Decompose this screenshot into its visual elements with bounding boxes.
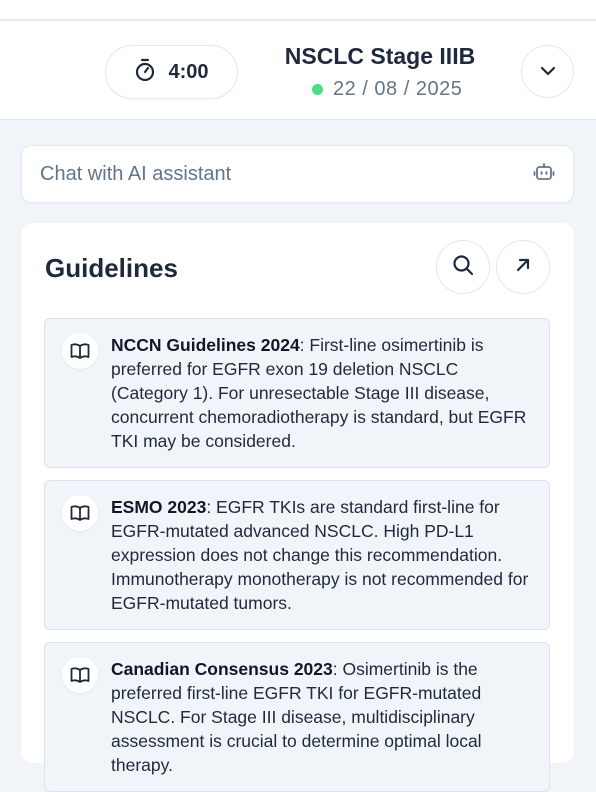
stopwatch-icon [134, 58, 156, 87]
guideline-source: NCCN Guidelines 2024 [111, 335, 300, 355]
guideline-card[interactable]: NCCN Guidelines 2024: First-line osimert… [44, 318, 550, 468]
guideline-card[interactable]: ESMO 2023: EGFR TKIs are standard first-… [44, 480, 550, 630]
robot-icon[interactable] [533, 161, 555, 188]
timer-value: 4:00 [168, 60, 209, 83]
book-open-icon [62, 333, 98, 369]
case-title: NSCLC Stage IIIB [284, 43, 476, 69]
book-open-icon [62, 495, 98, 531]
search-button[interactable] [436, 240, 490, 294]
case-date-row: 22 / 08 / 2025 [312, 78, 462, 101]
chat-bar [21, 145, 574, 203]
timer-button[interactable]: 4:00 [105, 45, 238, 99]
book-open-icon [62, 657, 98, 693]
guidelines-panel: Guidelines NCCN Guidelines 2024: First-l… [21, 223, 574, 792]
guideline-text: ESMO 2023: EGFR TKIs are standard first-… [111, 495, 531, 615]
chevron-down-icon [540, 63, 556, 81]
guideline-text: Canadian Consensus 2023: Osimertinib is … [111, 657, 531, 777]
case-date: 22 / 08 / 2025 [333, 78, 463, 100]
guideline-source: ESMO 2023 [111, 497, 207, 517]
status-dot [312, 84, 323, 95]
expand-button[interactable] [496, 240, 550, 294]
guideline-source: Canadian Consensus 2023 [111, 659, 333, 679]
search-icon [452, 254, 474, 281]
case-dropdown-button[interactable] [521, 45, 574, 98]
guideline-text: NCCN Guidelines 2024: First-line osimert… [111, 333, 531, 453]
chat-input[interactable] [40, 162, 533, 186]
case-header: 4:00 NSCLC Stage IIIB 22 / 08 / 2025 [0, 20, 596, 120]
arrow-up-right-icon [514, 256, 532, 279]
top-strip [0, 0, 596, 20]
panel-title: Guidelines [45, 253, 178, 283]
guideline-card[interactable]: Canadian Consensus 2023: Osimertinib is … [44, 642, 550, 792]
